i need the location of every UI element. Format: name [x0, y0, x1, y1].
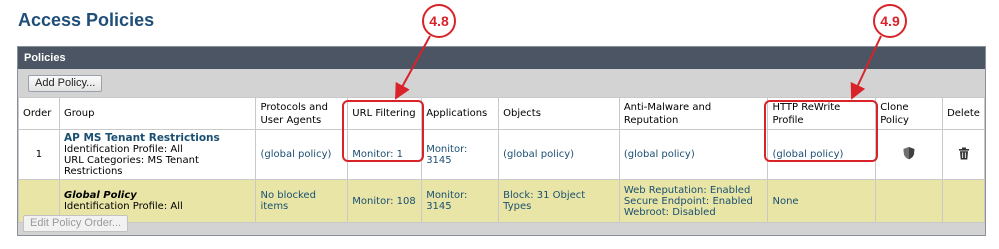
- web-reputation-link[interactable]: Web Reputation: Enabled: [624, 185, 764, 196]
- shield-icon[interactable]: [902, 146, 916, 160]
- anti-malware-link[interactable]: (global policy): [624, 149, 695, 160]
- protocols-link[interactable]: (global policy): [260, 149, 331, 160]
- anti-malware-cell: Web Reputation: Enabled Secure Endpoint:…: [618, 179, 769, 223]
- group-cell: AP MS Tenant Restrictions Identification…: [58, 129, 257, 180]
- group-identification: Identification Profile: All: [63, 201, 183, 212]
- col-objects: Objects: [498, 97, 620, 130]
- col-anti-malware: Anti-Malware and Reputation: [618, 97, 769, 130]
- table-row: Global Policy Identification Profile: Al…: [18, 179, 985, 223]
- clone-cell: [875, 129, 944, 180]
- protocols-link[interactable]: No blocked items: [260, 190, 315, 212]
- applications-link[interactable]: Monitor: 3145: [426, 144, 467, 166]
- delete-cell-empty: [942, 179, 985, 223]
- callout-box-http-rewrite: [764, 100, 878, 162]
- callout-label-4-9: 4.9: [873, 4, 907, 38]
- col-protocols-line1: Protocols and: [260, 101, 328, 113]
- secure-endpoint-link[interactable]: Secure Endpoint: Enabled: [624, 196, 764, 207]
- col-protocols-line2: User Agents: [260, 114, 322, 126]
- global-policy-link[interactable]: Global Policy: [64, 190, 251, 201]
- panel-header: Policies: [18, 47, 985, 69]
- url-filtering-link[interactable]: Monitor: 108: [352, 196, 415, 207]
- trash-icon[interactable]: [958, 147, 970, 160]
- delete-cell: [942, 129, 985, 180]
- col-group: Group: [58, 97, 257, 130]
- objects-link[interactable]: (global policy): [503, 149, 574, 160]
- group-name-link[interactable]: AP MS Tenant Restrictions: [64, 132, 251, 144]
- add-policy-button[interactable]: Add Policy...: [28, 75, 103, 92]
- col-clone: Clone Policy: [875, 97, 944, 130]
- callout-label-4-8: 4.8: [422, 4, 456, 38]
- objects-link[interactable]: Block: 31 Object Types: [503, 190, 585, 212]
- order-cell: 1: [18, 129, 60, 180]
- callout-box-url-filtering: [342, 100, 424, 162]
- col-protocols: Protocols and User Agents: [255, 97, 349, 130]
- page-title: Access Policies: [18, 10, 155, 30]
- group-url-categories: URL Categories: MS Tenant Restrictions: [63, 155, 199, 177]
- col-delete: Delete: [942, 97, 985, 130]
- clone-cell-empty: [875, 179, 944, 223]
- applications-link[interactable]: Monitor: 3145: [426, 190, 467, 212]
- col-order: Order: [18, 97, 60, 130]
- col-applications: Applications: [421, 97, 500, 130]
- webroot-link[interactable]: Webroot: Disabled: [624, 207, 764, 218]
- http-rewrite-link[interactable]: None: [772, 196, 798, 207]
- group-identification: Identification Profile: All: [63, 144, 183, 155]
- edit-policy-order-button[interactable]: Edit Policy Order...: [23, 215, 129, 232]
